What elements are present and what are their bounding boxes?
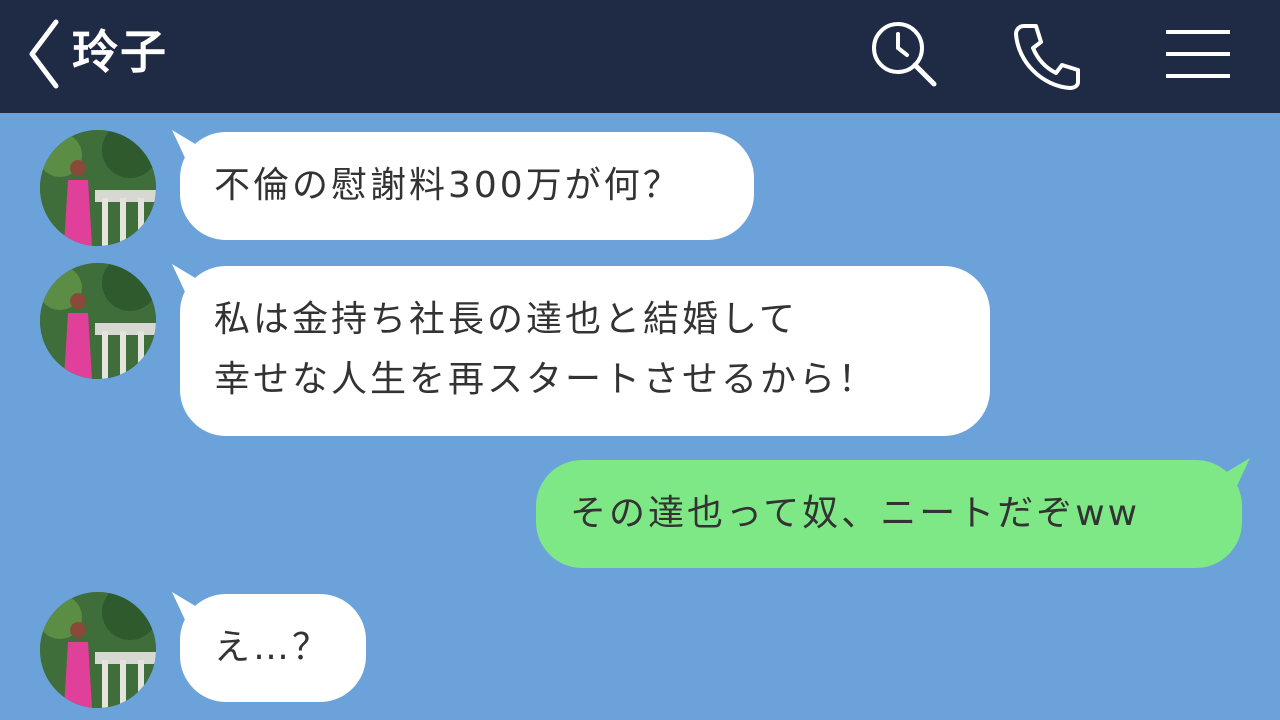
message-text: 不倫の慰謝料300万が何？ <box>214 165 682 206</box>
chat-title: 玲子 <box>72 25 168 79</box>
message-bubble-outgoing[interactable]: その達也って奴、ニートだぞww <box>536 458 1250 568</box>
back-button[interactable] <box>22 18 66 90</box>
hamburger-menu-icon <box>1166 30 1230 78</box>
phone-icon <box>1014 24 1080 90</box>
message-text: 幸せな人生を再スタートさせるから！ <box>214 359 878 400</box>
avatar[interactable] <box>40 130 156 246</box>
message-bubble-incoming[interactable]: 不倫の慰謝料300万が何？ <box>172 130 754 240</box>
message-text: え…？ <box>214 627 332 668</box>
menu-button[interactable] <box>1160 18 1236 94</box>
chat-screen: 玲子 不倫の慰謝料300万が何？ 私は金持ち社長の達也と結婚して 幸せな人生を再… <box>0 0 1280 720</box>
chat-header: 玲子 <box>0 0 1280 113</box>
message-bubble-incoming[interactable]: え…？ <box>172 592 366 702</box>
search-clock-icon <box>872 22 937 87</box>
call-button[interactable] <box>1008 18 1084 94</box>
chevron-left-icon <box>29 19 59 89</box>
message-text: その達也って奴、ニートだぞww <box>570 493 1141 534</box>
avatar[interactable] <box>40 263 156 379</box>
message-bubble-incoming[interactable]: 私は金持ち社長の達也と結婚して 幸せな人生を再スタートさせるから！ <box>172 264 990 436</box>
message-text: 私は金持ち社長の達也と結婚して <box>214 299 798 340</box>
avatar[interactable] <box>40 592 156 708</box>
search-button[interactable] <box>866 18 942 94</box>
